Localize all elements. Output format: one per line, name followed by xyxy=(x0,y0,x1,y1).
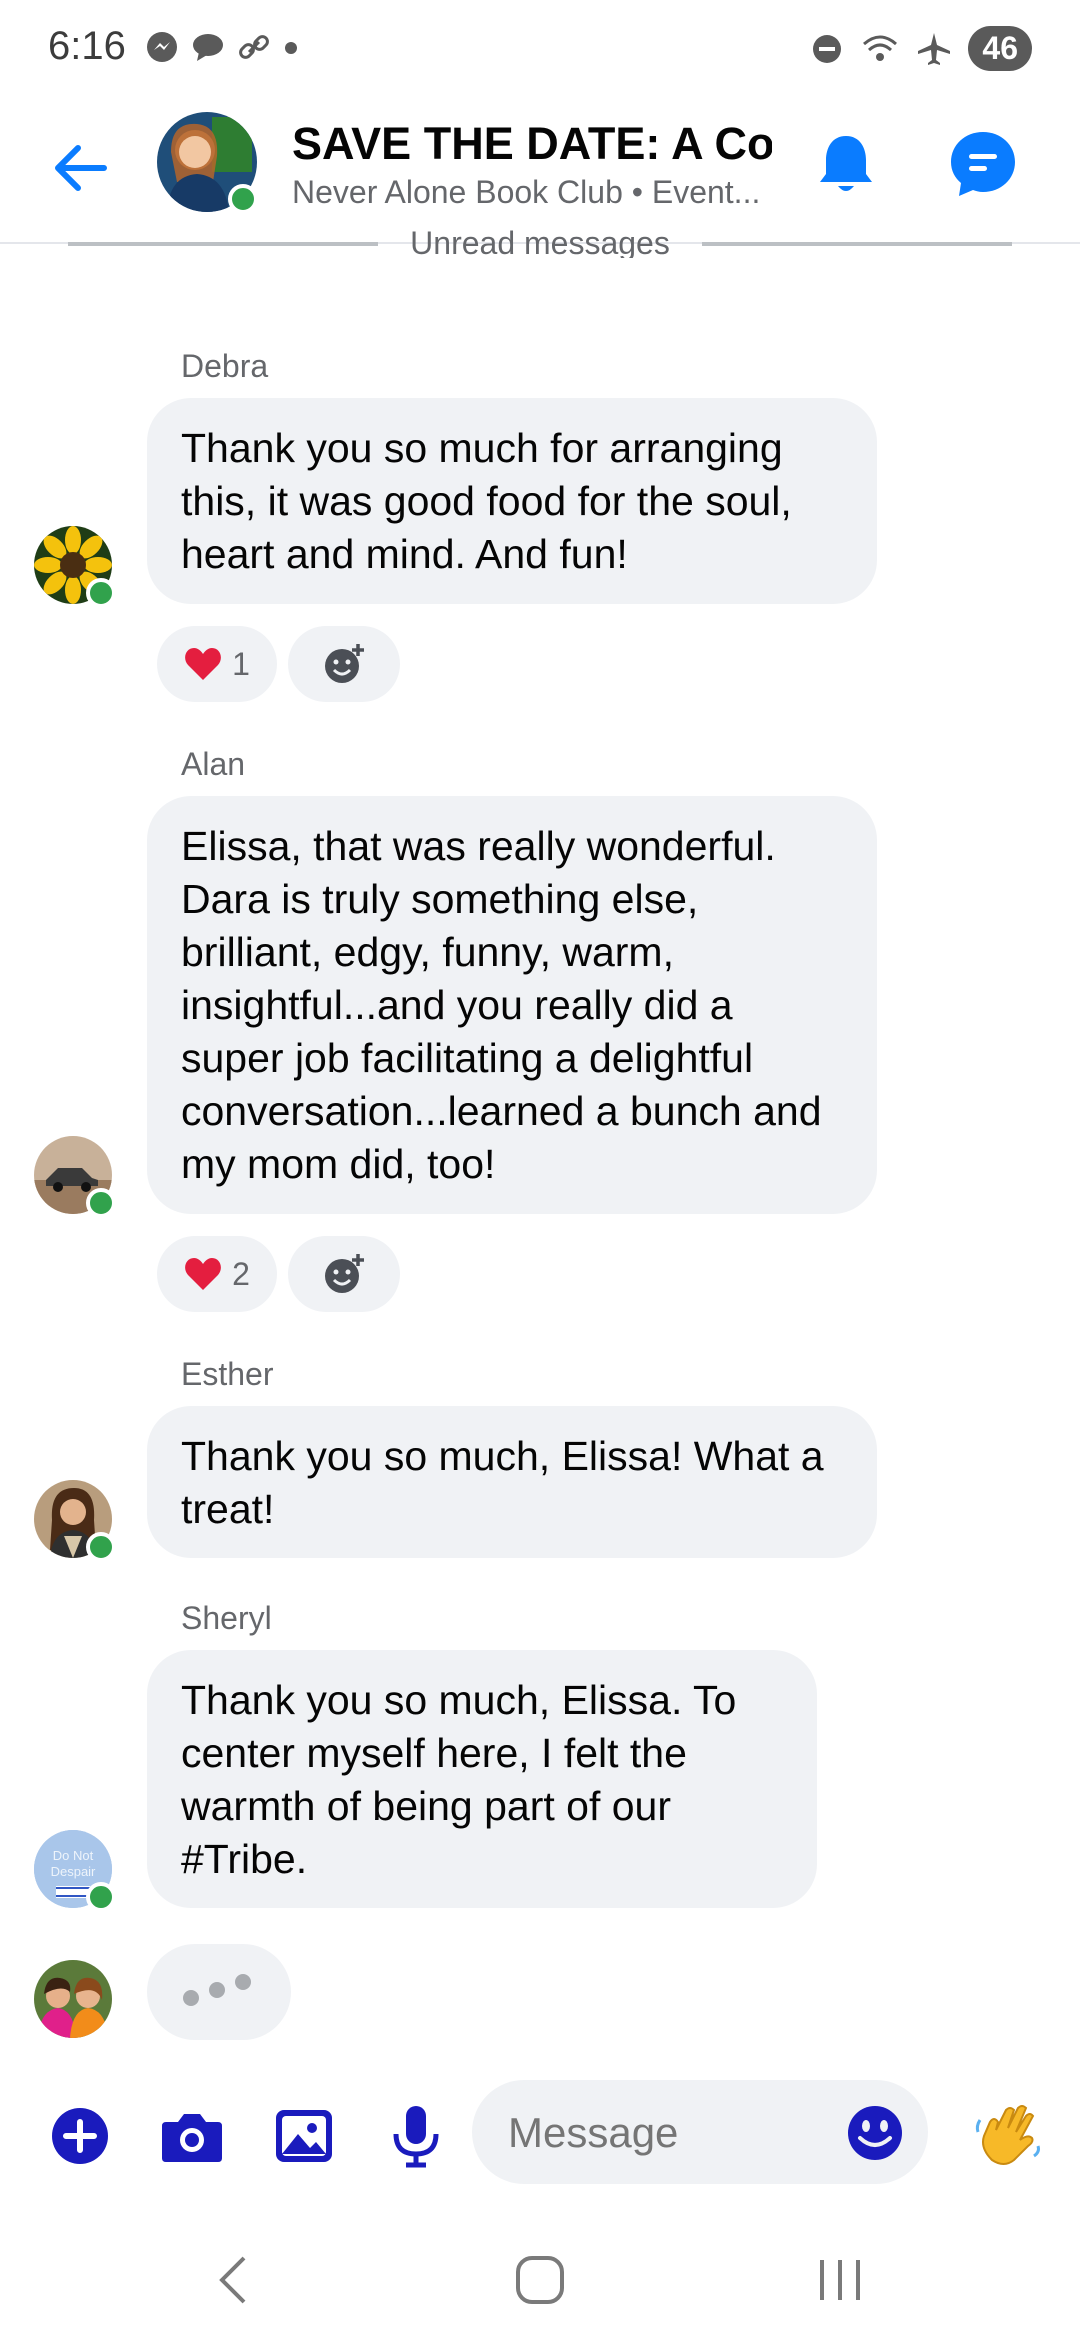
nav-home-icon[interactable] xyxy=(510,2250,570,2310)
couple-photo xyxy=(34,1960,112,2038)
chat-header: SAVE THE DATE: A Co... Never Alone Book … xyxy=(0,100,1080,244)
gallery-icon xyxy=(276,2110,332,2162)
camera-icon xyxy=(162,2114,222,2162)
add-reaction-button[interactable] xyxy=(288,626,400,702)
nav-back-icon[interactable] xyxy=(206,2250,266,2310)
chat-subtitle[interactable]: Never Alone Book Club • Event... xyxy=(292,174,772,211)
online-indicator xyxy=(228,184,258,214)
status-bar: 6:16 46 xyxy=(0,0,1080,100)
wifi-icon xyxy=(863,35,898,61)
system-navigation-bar xyxy=(0,2220,1080,2340)
voice-button[interactable] xyxy=(384,2104,448,2168)
typing-indicator xyxy=(147,1944,291,2040)
sender-name: Alan xyxy=(181,746,246,782)
camera-button[interactable] xyxy=(160,2104,224,2168)
sender-name: Esther xyxy=(181,1356,274,1392)
sender-name: Sheryl xyxy=(181,1600,272,1636)
typing-dot xyxy=(183,1990,199,2006)
chat-title[interactable]: SAVE THE DATE: A Co... xyxy=(292,118,772,170)
microphone-icon xyxy=(393,2106,439,2168)
svg-text:Despair: Despair xyxy=(51,1864,96,1879)
notification-icons xyxy=(145,30,299,64)
bell-icon[interactable] xyxy=(810,128,882,200)
dot-icon xyxy=(285,42,297,54)
message-bubble[interactable]: Thank you so much, Elissa. To center mys… xyxy=(147,1650,817,1908)
sender-name: Debra xyxy=(181,348,269,384)
emoji-icon[interactable] xyxy=(846,2104,904,2162)
heart-icon xyxy=(185,648,221,680)
message-input[interactable] xyxy=(506,2108,830,2158)
unread-divider: Unread messages xyxy=(68,228,1012,258)
wave-button[interactable] xyxy=(972,2100,1044,2172)
add-reaction-icon xyxy=(325,1254,364,1293)
online-indicator xyxy=(86,578,116,608)
reaction-count: 2 xyxy=(232,1255,250,1292)
online-indicator xyxy=(86,1882,116,1912)
waving-hand-icon xyxy=(975,2105,1040,2165)
system-icons: 46 xyxy=(810,26,1032,71)
svg-text:Do Not: Do Not xyxy=(53,1848,94,1863)
plus-button[interactable] xyxy=(48,2104,112,2168)
dnd-icon xyxy=(813,34,842,63)
message-bubble[interactable]: Elissa, that was really wonderful. Dara … xyxy=(147,796,877,1214)
online-indicator xyxy=(86,1532,116,1562)
message-bubble[interactable]: Thank you so much, Elissa! What a treat! xyxy=(147,1406,877,1558)
gallery-button[interactable] xyxy=(272,2104,336,2168)
heart-icon xyxy=(185,1258,221,1290)
threads-icon[interactable] xyxy=(945,126,1021,202)
message-composer xyxy=(0,2072,1080,2192)
nav-recents-icon[interactable] xyxy=(810,2250,870,2310)
battery-icon: 46 xyxy=(968,26,1032,71)
add-reaction-icon xyxy=(325,644,364,683)
unread-label: Unread messages xyxy=(410,228,670,258)
back-button[interactable] xyxy=(48,136,112,200)
avatar[interactable] xyxy=(34,1960,112,2038)
plus-icon xyxy=(52,2108,108,2164)
typing-dot xyxy=(209,1982,225,1998)
reaction-badge[interactable]: 2 xyxy=(157,1236,277,1312)
message-bubble[interactable]: Thank you so much for arranging this, it… xyxy=(147,398,877,604)
link-icon xyxy=(239,35,269,59)
typing-dot xyxy=(235,1974,251,1990)
status-time: 6:16 xyxy=(48,24,126,68)
reaction-count: 1 xyxy=(232,645,250,682)
message-field[interactable] xyxy=(472,2080,928,2184)
add-reaction-button[interactable] xyxy=(288,1236,400,1312)
online-indicator xyxy=(86,1188,116,1218)
airplane-icon xyxy=(918,32,951,65)
chat-icon xyxy=(193,34,223,61)
reaction-badge[interactable]: 1 xyxy=(157,626,277,702)
messenger-icon xyxy=(147,32,177,62)
